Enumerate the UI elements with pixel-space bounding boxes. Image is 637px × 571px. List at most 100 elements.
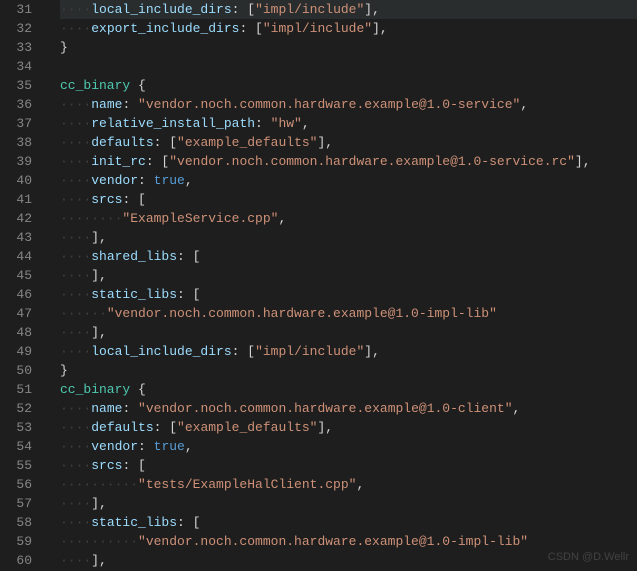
- whitespace-guide: ····: [60, 420, 91, 435]
- whitespace-guide: ····: [60, 249, 91, 264]
- code-line[interactable]: ····init_rc: ["vendor.noch.common.hardwa…: [60, 152, 637, 171]
- code-line[interactable]: ····defaults: ["example_defaults"],: [60, 418, 637, 437]
- code-line[interactable]: ····],: [60, 228, 637, 247]
- token-str: "tests/ExampleHalClient.cpp": [138, 477, 356, 492]
- line-number: 53: [0, 418, 32, 437]
- token-str: "hw": [271, 116, 302, 131]
- whitespace-guide: ····: [60, 496, 91, 511]
- token-punct: : [: [122, 458, 145, 473]
- token-key: srcs: [91, 192, 122, 207]
- code-line[interactable]: }: [60, 361, 637, 380]
- code-line[interactable]: ······"vendor.noch.common.hardware.examp…: [60, 304, 637, 323]
- token-str: "vendor.noch.common.hardware.example@1.0…: [138, 534, 528, 549]
- token-punct: : [: [122, 192, 145, 207]
- whitespace-guide: ····: [60, 515, 91, 530]
- line-number: 49: [0, 342, 32, 361]
- token-punct: ],: [91, 230, 107, 245]
- token-punct: : [: [232, 344, 255, 359]
- token-str: "ExampleService.cpp": [122, 211, 278, 226]
- token-key: defaults: [91, 420, 153, 435]
- token-punct: {: [130, 78, 146, 93]
- line-number: 58: [0, 513, 32, 532]
- whitespace-guide: ····: [60, 439, 91, 454]
- token-punct: ,: [302, 116, 310, 131]
- line-number: 60: [0, 551, 32, 570]
- code-line[interactable]: ····defaults: ["example_defaults"],: [60, 133, 637, 152]
- code-line[interactable]: ····srcs: [: [60, 190, 637, 209]
- token-punct: ],: [372, 21, 388, 36]
- token-punct: }: [60, 363, 68, 378]
- line-number: 47: [0, 304, 32, 323]
- whitespace-guide: ····: [60, 401, 91, 416]
- token-key: name: [91, 97, 122, 112]
- token-punct: ,: [185, 173, 193, 188]
- code-line[interactable]: ····export_include_dirs: ["impl/include"…: [60, 19, 637, 38]
- code-line[interactable]: ····vendor: true,: [60, 171, 637, 190]
- code-line[interactable]: cc_binary {: [60, 380, 637, 399]
- line-number: 43: [0, 228, 32, 247]
- whitespace-guide: ····: [60, 230, 91, 245]
- code-line[interactable]: ····static_libs: [: [60, 513, 637, 532]
- whitespace-guide: ····: [60, 192, 91, 207]
- token-key: static_libs: [91, 287, 177, 302]
- whitespace-guide: ····: [60, 97, 91, 112]
- whitespace-guide: ······: [60, 306, 107, 321]
- code-line[interactable]: cc_binary {: [60, 76, 637, 95]
- line-number: 42: [0, 209, 32, 228]
- line-number: 44: [0, 247, 32, 266]
- token-str: "example_defaults": [177, 420, 317, 435]
- token-key: shared_libs: [91, 249, 177, 264]
- code-editor[interactable]: 3132333435363738394041424344454647484950…: [0, 0, 637, 571]
- code-line[interactable]: ··········"tests/ExampleHalClient.cpp",: [60, 475, 637, 494]
- code-line[interactable]: [60, 57, 637, 76]
- token-punct: : [: [177, 287, 200, 302]
- token-key: srcs: [91, 458, 122, 473]
- token-key: export_include_dirs: [91, 21, 239, 36]
- code-line[interactable]: ····shared_libs: [: [60, 247, 637, 266]
- line-number: 52: [0, 399, 32, 418]
- code-line[interactable]: }: [60, 38, 637, 57]
- code-line[interactable]: ····],: [60, 323, 637, 342]
- token-key: name: [91, 401, 122, 416]
- whitespace-guide: ····: [60, 325, 91, 340]
- token-punct: :: [138, 173, 154, 188]
- code-line[interactable]: ········"ExampleService.cpp",: [60, 209, 637, 228]
- line-number: 51: [0, 380, 32, 399]
- token-punct: ,: [513, 401, 521, 416]
- code-area[interactable]: ····local_include_dirs: ["impl/include"]…: [60, 0, 637, 571]
- token-punct: ],: [91, 325, 107, 340]
- line-number: 31: [0, 0, 32, 19]
- line-number-gutter: 3132333435363738394041424344454647484950…: [0, 0, 50, 571]
- whitespace-guide: ··········: [60, 477, 138, 492]
- line-number: 36: [0, 95, 32, 114]
- token-key: static_libs: [91, 515, 177, 530]
- whitespace-guide: ····: [60, 344, 91, 359]
- code-line[interactable]: ····static_libs: [: [60, 285, 637, 304]
- code-line[interactable]: ····],: [60, 494, 637, 513]
- line-number: 48: [0, 323, 32, 342]
- code-line[interactable]: ····local_include_dirs: ["impl/include"]…: [60, 0, 637, 19]
- fold-column: [50, 0, 60, 571]
- whitespace-guide: ··········: [60, 534, 138, 549]
- token-punct: : [: [239, 21, 262, 36]
- code-line[interactable]: ····relative_install_path: "hw",: [60, 114, 637, 133]
- line-number: 40: [0, 171, 32, 190]
- token-punct: ],: [91, 268, 107, 283]
- whitespace-guide: ····: [60, 116, 91, 131]
- code-line[interactable]: ····name: "vendor.noch.common.hardware.e…: [60, 399, 637, 418]
- line-number: 50: [0, 361, 32, 380]
- code-line[interactable]: ····vendor: true,: [60, 437, 637, 456]
- token-punct: ],: [364, 344, 380, 359]
- token-str: "impl/include": [255, 2, 364, 17]
- token-punct: : [: [146, 154, 169, 169]
- token-punct: :: [122, 401, 138, 416]
- line-number: 39: [0, 152, 32, 171]
- code-line[interactable]: ····],: [60, 266, 637, 285]
- token-punct: : [: [154, 420, 177, 435]
- code-line[interactable]: ····srcs: [: [60, 456, 637, 475]
- whitespace-guide: ····: [60, 154, 91, 169]
- code-line[interactable]: ····name: "vendor.noch.common.hardware.e…: [60, 95, 637, 114]
- whitespace-guide: ····: [60, 287, 91, 302]
- code-line[interactable]: ····local_include_dirs: ["impl/include"]…: [60, 342, 637, 361]
- token-key: defaults: [91, 135, 153, 150]
